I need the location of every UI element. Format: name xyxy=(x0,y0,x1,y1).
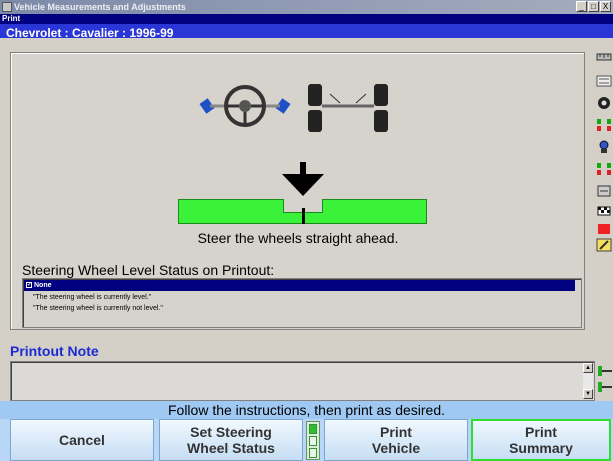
page-indicator-segment xyxy=(309,424,317,434)
softkey-bar: Cancel Set Steering Wheel Status Print V… xyxy=(0,419,613,461)
status-option-text: "The steering wheel is currently not lev… xyxy=(33,305,163,312)
app-window: Vehicle Measurements and Adjustments _ □… xyxy=(0,0,613,461)
app-icon xyxy=(2,2,12,12)
print-label: Print xyxy=(2,14,21,23)
readout-icon[interactable] xyxy=(596,74,612,88)
set-steering-wheel-status-button[interactable]: Set Steering Wheel Status xyxy=(159,419,303,461)
print-summary-button[interactable]: Print Summary xyxy=(471,419,611,461)
note-scrollbar[interactable]: ▲ ▼ xyxy=(583,363,593,399)
vehicle-title: Chevrolet : Cavalier : 1996-99 xyxy=(6,26,174,40)
ruler-icon[interactable] xyxy=(596,222,612,236)
status-option-text: "The steering wheel is currently level." xyxy=(33,294,152,301)
window-title: Vehicle Measurements and Adjustments xyxy=(14,2,186,12)
status-label: Steering Wheel Level Status on Printout: xyxy=(22,262,275,278)
status-list[interactable]: ✓ None "The steering wheel is currently … xyxy=(22,278,582,328)
minimize-button[interactable]: _ xyxy=(576,1,587,12)
flag-icon[interactable] xyxy=(596,206,612,220)
status-option-text: None xyxy=(34,282,52,289)
wheel-icon[interactable] xyxy=(596,96,612,110)
axle-icon[interactable] xyxy=(596,162,612,176)
page-indicator-segment xyxy=(309,448,317,458)
status-option-none[interactable]: ✓ None xyxy=(24,280,575,291)
alignment-sensor-icon xyxy=(598,366,612,392)
footer-message: Follow the instructions, then print as d… xyxy=(0,401,613,419)
gauge-icon[interactable] xyxy=(596,140,612,154)
printout-note-heading: Printout Note xyxy=(10,343,99,359)
instruction-text: Steer the wheels straight ahead. xyxy=(197,230,399,246)
meter-indicator xyxy=(302,208,305,224)
center-arrow-icon xyxy=(282,162,324,196)
steering-wheel-axle-icon xyxy=(199,84,388,132)
printout-note-field[interactable]: ▲ ▼ xyxy=(10,361,595,401)
close-button[interactable]: X xyxy=(600,1,611,12)
print-vehicle-button[interactable]: Print Vehicle xyxy=(324,419,468,461)
title-bar: Vehicle Measurements and Adjustments _ □… xyxy=(0,0,613,14)
axle-icon[interactable] xyxy=(596,118,612,132)
scroll-down-icon[interactable]: ▼ xyxy=(583,389,593,399)
status-option-not-level[interactable]: "The steering wheel is currently not lev… xyxy=(23,303,581,314)
vehicle-title-bar: Chevrolet : Cavalier : 1996-99 xyxy=(0,24,613,40)
cancel-button[interactable]: Cancel xyxy=(10,419,154,461)
page-indicator-icon xyxy=(306,421,320,460)
maximize-button[interactable]: □ xyxy=(588,1,599,12)
ruler-icon[interactable] xyxy=(596,50,612,64)
window-controls: _ □ X xyxy=(576,1,611,12)
tool-icon[interactable] xyxy=(596,184,612,198)
checkbox-icon: ✓ xyxy=(26,282,33,288)
scroll-up-icon[interactable]: ▲ xyxy=(583,363,593,373)
page-indicator-segment xyxy=(309,436,317,446)
right-toolbar xyxy=(594,46,613,260)
wrench-icon[interactable] xyxy=(596,238,612,252)
status-option-level[interactable]: "The steering wheel is currently level." xyxy=(23,292,581,303)
steering-level-meter xyxy=(178,199,427,224)
print-bar: Print xyxy=(0,14,613,24)
